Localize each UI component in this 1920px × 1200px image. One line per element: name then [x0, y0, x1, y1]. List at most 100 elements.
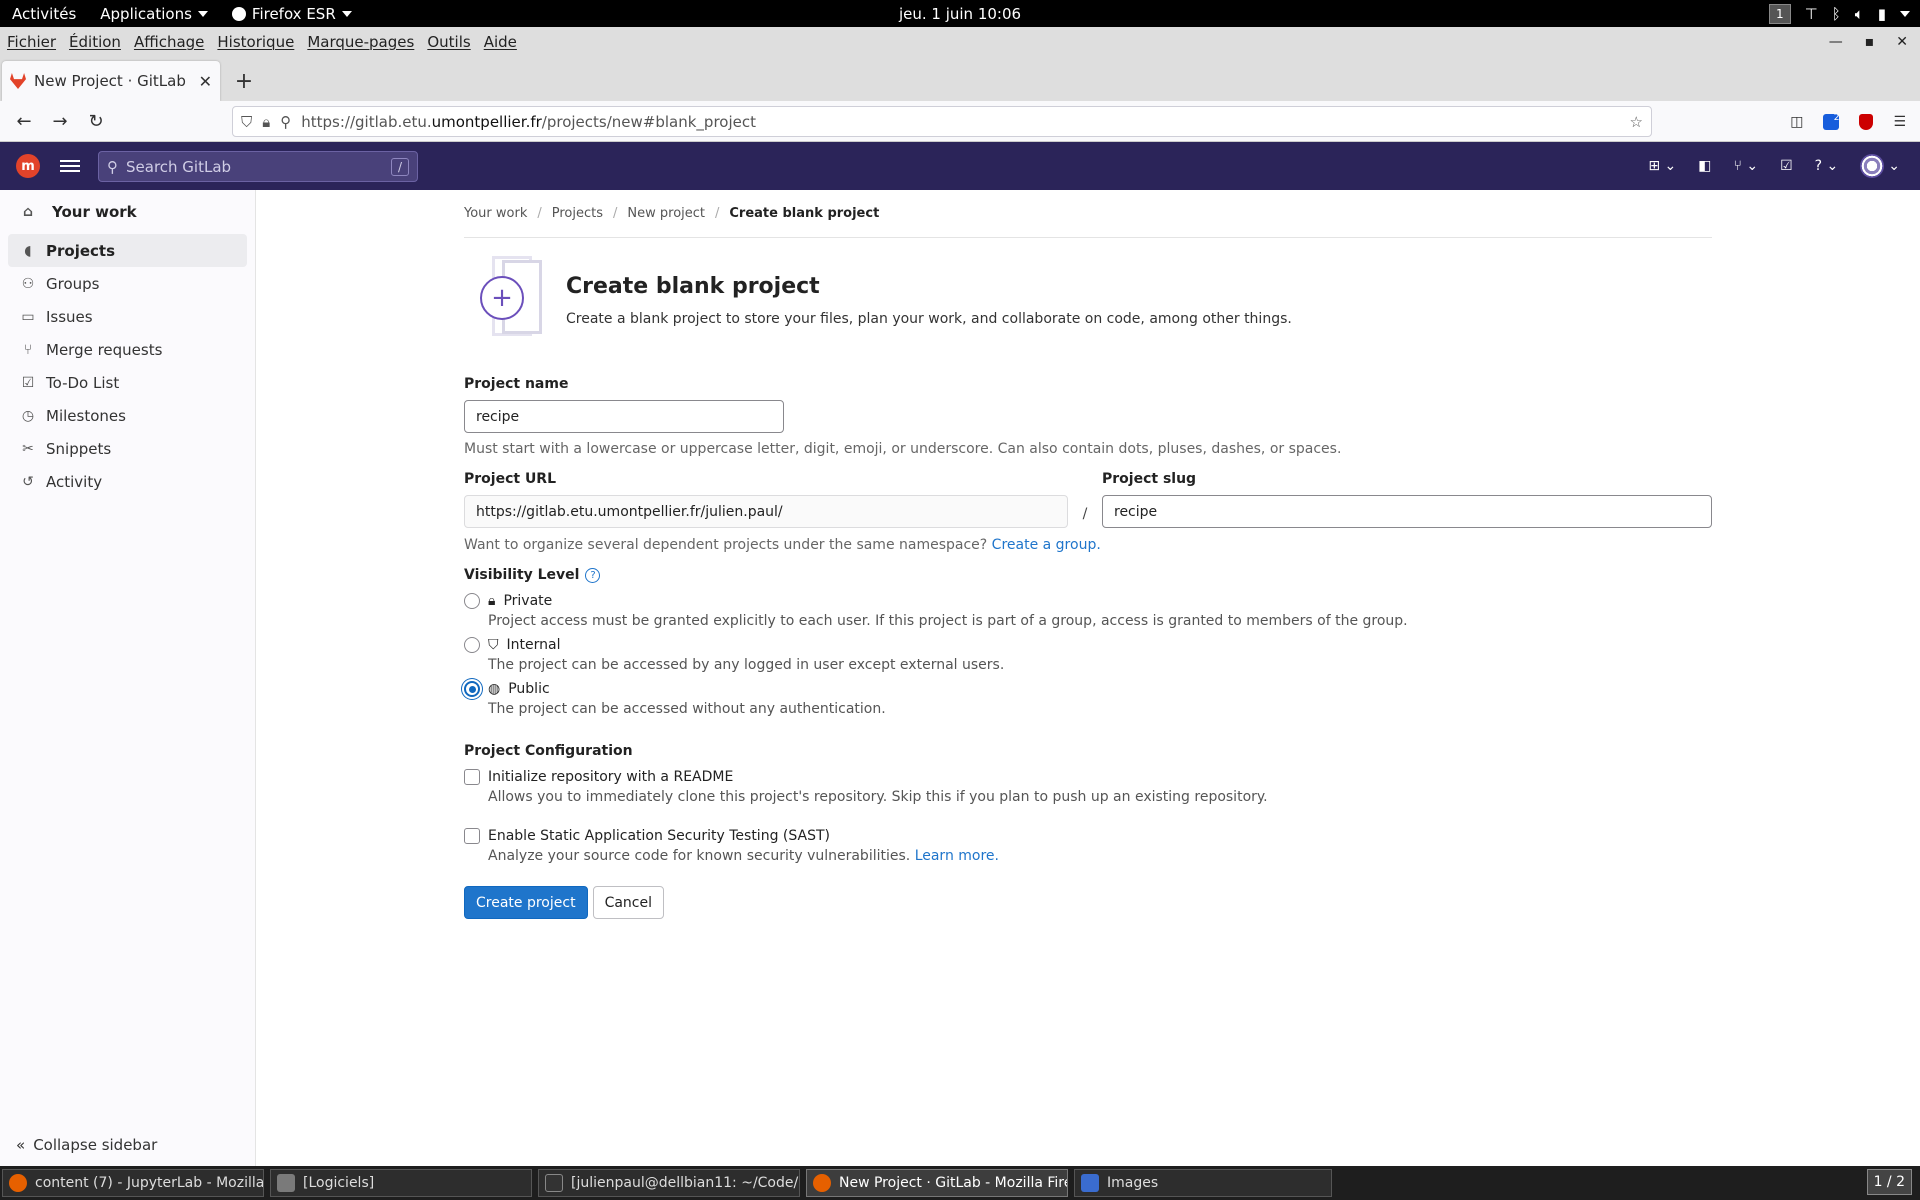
lock-icon: 🔒︎: [488, 593, 496, 609]
bookmark-star-icon[interactable]: ☆: [1630, 113, 1643, 131]
back-button[interactable]: ←: [6, 105, 42, 137]
user-menu[interactable]: ⌄: [1860, 154, 1900, 178]
cancel-button[interactable]: Cancel: [592, 886, 664, 919]
sidebar-header[interactable]: ⌂ Your work: [0, 190, 255, 234]
readme-option: Initialize repository with a README Allo…: [464, 767, 1712, 805]
reload-button[interactable]: ↻: [78, 105, 114, 137]
hamburger-menu-icon[interactable]: ☰: [1893, 114, 1906, 130]
visibility-internal-label[interactable]: Internal: [507, 637, 561, 653]
task-label: [Logiciels]: [303, 1175, 375, 1191]
breadcrumb-current[interactable]: Create blank project: [729, 206, 879, 221]
firefox-icon: [231, 6, 246, 21]
sast-label[interactable]: Enable Static Application Security Testi…: [488, 828, 830, 844]
menu-tools[interactable]: Outils: [421, 33, 476, 51]
header-actions: ⊞ ⌄ ◧ ⑂ ⌄ ☑ ? ⌄ ⌄: [1648, 142, 1900, 190]
lock-icon[interactable]: 🔒︎: [262, 113, 270, 131]
system-tray[interactable]: 1 ⊤ ᛒ 🔈︎ ▮: [1768, 0, 1910, 27]
create-project-button[interactable]: Create project: [464, 886, 588, 919]
menu-history[interactable]: Historique: [211, 33, 300, 51]
workspace-pager[interactable]: 1 / 2: [1866, 1169, 1912, 1195]
menu-edit[interactable]: Édition: [63, 33, 127, 51]
project-name-input[interactable]: recipe: [464, 400, 784, 433]
sidebar-item-label: Projects: [46, 241, 116, 260]
menu-file[interactable]: Fichier: [1, 33, 62, 51]
menu-help[interactable]: Aide: [478, 33, 523, 51]
help-icon[interactable]: ?: [585, 567, 601, 583]
collapse-sidebar-button[interactable]: « Collapse sidebar: [16, 1136, 157, 1154]
visibility-public-option: ◍ Public The project can be accessed with…: [464, 679, 1712, 717]
visibility-private-label[interactable]: Private: [503, 593, 552, 609]
minimize-icon[interactable]: —: [1829, 34, 1843, 50]
url-text[interactable]: https://gitlab.etu.umontpellier.fr/proje…: [301, 113, 1619, 131]
sidebar-item-merge-requests[interactable]: ⑂ Merge requests: [8, 333, 247, 366]
visibility-public-label[interactable]: Public: [508, 681, 549, 697]
create-group-link[interactable]: Create a group.: [992, 537, 1101, 553]
system-menu-arrow-icon: [1900, 10, 1910, 17]
namespace-help-text: Want to organize several dependent proje…: [464, 537, 988, 553]
workspace-indicator[interactable]: 1: [1768, 3, 1791, 24]
maximize-icon[interactable]: ▪: [1865, 34, 1875, 50]
forward-button[interactable]: →: [42, 105, 78, 137]
close-window-icon[interactable]: ✕: [1896, 34, 1908, 50]
menu-toggle-icon[interactable]: [60, 160, 80, 172]
project-slug-input[interactable]: recipe: [1102, 495, 1712, 528]
new-tab-button[interactable]: +: [226, 63, 262, 99]
plus-icon: +: [480, 276, 524, 320]
url-bar[interactable]: ⛉ 🔒︎ ⚲ https://gitlab.etu.umontpellier.f…: [232, 106, 1652, 137]
menu-view[interactable]: Affichage: [128, 33, 210, 51]
task-terminal[interactable]: [julienpaul@dellbian11: ~/Code/...: [538, 1169, 800, 1197]
sidebar-item-label: Groups: [46, 274, 100, 293]
breadcrumb-new-project[interactable]: New project: [627, 206, 705, 221]
page-title: Create blank project: [566, 274, 820, 299]
visibility-private-radio[interactable]: [464, 593, 480, 609]
todo-icon[interactable]: ☑: [1780, 158, 1793, 174]
ublock-extension-icon[interactable]: [1859, 113, 1874, 130]
visibility-public-radio[interactable]: [464, 681, 480, 697]
permissions-icon[interactable]: ⚲: [280, 113, 291, 131]
readme-checkbox[interactable]: [464, 769, 480, 785]
sast-checkbox[interactable]: [464, 828, 480, 844]
help-icon[interactable]: ? ⌄: [1815, 158, 1839, 174]
breadcrumb-projects[interactable]: Projects: [552, 206, 603, 221]
menu-bookmarks[interactable]: Marque-pages: [301, 33, 420, 51]
url-host: umontpellier.fr: [431, 112, 542, 131]
battery-icon: ▮: [1877, 4, 1886, 23]
task-jupyterlab[interactable]: content (7) - JupyterLab - Mozilla ...: [2, 1169, 264, 1197]
visibility-private-option: 🔒︎ Private Project access must be granted…: [464, 591, 1712, 629]
task-logiciels[interactable]: [Logiciels]: [270, 1169, 532, 1197]
issues-icon[interactable]: ◧: [1698, 158, 1711, 174]
learn-more-link[interactable]: Learn more.: [915, 848, 999, 864]
tab-new-project[interactable]: New Project · GitLab ✕: [2, 61, 220, 101]
search-input[interactable]: ⚲ Search GitLab /: [98, 151, 418, 182]
sidebar-item-groups[interactable]: ⚇ Groups: [8, 267, 247, 300]
sidebar-item-label: Issues: [46, 307, 93, 326]
sidebar-item-todo[interactable]: ☑ To-Do List: [8, 366, 247, 399]
clock-label: jeu. 1 juin 10:06: [898, 4, 1022, 23]
firefox-app-menu[interactable]: Firefox ESR: [220, 0, 364, 27]
close-tab-icon[interactable]: ✕: [199, 72, 212, 91]
merge-request-icon[interactable]: ⑂ ⌄: [1733, 158, 1758, 174]
volume-icon: 🔈︎: [1854, 4, 1864, 23]
task-gitlab-firefox[interactable]: New Project · GitLab - Mozilla Fire...: [806, 1169, 1068, 1197]
breadcrumb-your-work[interactable]: Your work: [464, 206, 527, 221]
visibility-internal-radio[interactable]: [464, 637, 480, 653]
pocket-icon[interactable]: ◫: [1790, 114, 1803, 130]
activities-button[interactable]: Activités: [0, 0, 88, 27]
clock[interactable]: jeu. 1 juin 10:06: [899, 0, 1021, 27]
applications-menu[interactable]: Applications: [88, 0, 220, 27]
globe-icon: ◍: [488, 681, 501, 697]
create-new-icon[interactable]: ⊞ ⌄: [1648, 158, 1676, 174]
sidebar-item-snippets[interactable]: ✂ Snippets: [8, 432, 247, 465]
bitwarden-extension-icon[interactable]: 2: [1823, 113, 1840, 130]
readme-label[interactable]: Initialize repository with a README: [488, 769, 733, 785]
sidebar-item-milestones[interactable]: ◷ Milestones: [8, 399, 247, 432]
project-url-namespace[interactable]: https://gitlab.etu.umontpellier.fr/julie…: [464, 495, 1068, 528]
gitlab-logo-icon[interactable]: m: [16, 154, 40, 178]
sidebar-item-issues[interactable]: ▭ Issues: [8, 300, 247, 333]
task-images[interactable]: Images: [1074, 1169, 1332, 1197]
sidebar-item-activity[interactable]: ↺ Activity: [8, 465, 247, 498]
sidebar-item-projects[interactable]: ◖ Projects: [8, 234, 247, 267]
sidebar-item-label: Snippets: [46, 439, 112, 458]
firefox-menu-bar: Fichier Édition Affichage Historique Mar…: [0, 27, 1920, 56]
tracking-protection-icon[interactable]: ⛉: [241, 113, 252, 131]
